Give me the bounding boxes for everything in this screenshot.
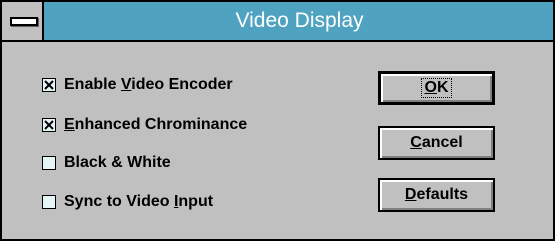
window-title: Video Display [235, 9, 364, 32]
ok-button-label: OK [421, 78, 452, 98]
defaults-button-label: Defaults [404, 186, 469, 203]
checkbox-box[interactable] [42, 78, 56, 92]
check-x-icon [44, 120, 54, 130]
cancel-button-label: Cancel [410, 134, 463, 151]
defaults-button[interactable]: Defaults [378, 178, 495, 212]
system-menu-button[interactable] [2, 2, 44, 40]
checkbox-box[interactable] [42, 118, 56, 132]
cancel-button[interactable]: Cancel [378, 126, 495, 160]
black-white-label: Black & White [64, 154, 171, 171]
ok-button[interactable]: OK [378, 71, 495, 105]
checkbox-box[interactable] [42, 195, 56, 209]
system-menu-icon [10, 17, 38, 26]
checkbox-box[interactable] [42, 156, 56, 170]
enable-video-encoder-label: Enable Video Encoder [64, 76, 233, 93]
enhanced-chrominance-label: Enhanced Chrominance [64, 116, 248, 133]
video-display-dialog: Video Display Enable Video Encoder Enhan… [0, 0, 555, 241]
sync-to-video-input-label: Sync to Video Input [64, 193, 214, 210]
title-bar[interactable]: Video Display [2, 2, 553, 42]
check-x-icon [44, 80, 54, 90]
